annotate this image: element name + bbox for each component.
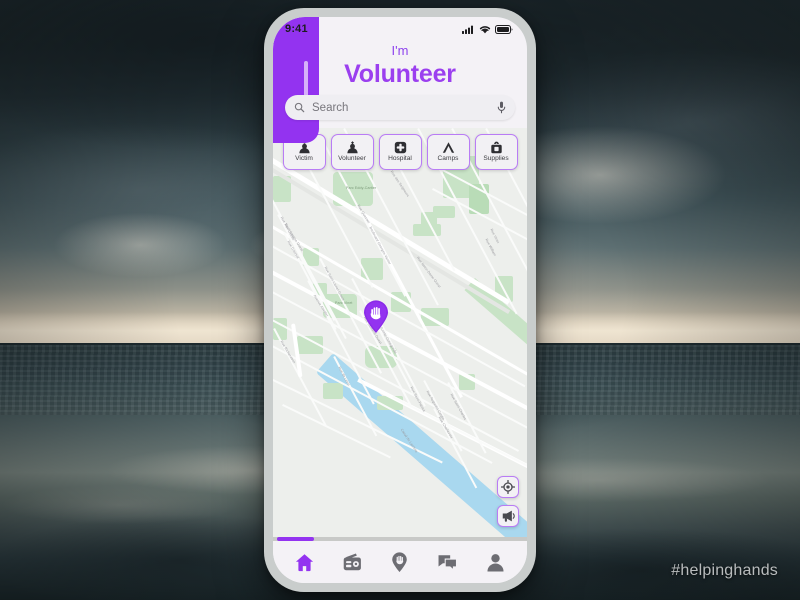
app-header: I'm Volunteer [273, 41, 527, 95]
search-bar[interactable]: Search [285, 95, 515, 120]
map-canvas: Parc Eddy-Cartier Rue des Seigneurs Rue Qu… [273, 128, 527, 537]
crosshair-icon [501, 480, 515, 494]
park-patch [413, 224, 441, 236]
home-icon [296, 553, 314, 571]
broadcast-button[interactable] [497, 505, 519, 527]
chat-icon [438, 554, 458, 571]
category-chip-label: Hospital [388, 155, 412, 162]
nav-radio[interactable] [335, 545, 369, 579]
park-patch [433, 206, 455, 218]
map-view[interactable]: Parc Eddy-Cartier Rue des Seigneurs Rue Qu… [273, 128, 527, 537]
location-pin-icon [392, 551, 408, 572]
profile-icon [487, 553, 504, 571]
map-label: Rue Vinet [489, 228, 501, 244]
category-chip-camps[interactable]: Camps [426, 134, 470, 170]
tent-icon [442, 141, 455, 154]
map-controls [497, 476, 519, 527]
map-marker-helping-hands[interactable] [363, 300, 389, 339]
nav-home[interactable] [288, 545, 322, 579]
nav-profile[interactable] [478, 545, 512, 579]
locate-me-button[interactable] [497, 476, 519, 498]
person-plus-icon [346, 141, 359, 154]
hashtag-caption: #helpinghands [671, 562, 778, 579]
medical-cross-icon [394, 141, 407, 154]
page-title: Volunteer [344, 60, 456, 88]
map-label: Parc Eddy-Cartier [346, 186, 377, 190]
signal-icon [462, 25, 473, 34]
status-bar: 9:41 [273, 17, 527, 41]
category-chip-volunteer[interactable]: Volunteer [330, 134, 374, 170]
supply-bag-icon [490, 141, 503, 154]
map-label: Parc Vinet [335, 301, 353, 305]
category-chip-label: Victim [295, 155, 313, 162]
phone-frame: 9:41 I'm Volunteer Search Parc Eddy-Cart… [264, 8, 536, 592]
helping-hands-icon [364, 300, 388, 333]
wifi-icon [479, 25, 491, 33]
microphone-icon[interactable] [497, 101, 506, 114]
search-icon [294, 102, 305, 113]
phone-screen: 9:41 I'm Volunteer Search Parc Eddy-Cart… [273, 17, 527, 583]
search-section: Search [273, 95, 527, 128]
category-chip-supplies[interactable]: Supplies [474, 134, 518, 170]
category-chip-label: Supplies [483, 155, 509, 162]
status-icons [462, 24, 513, 34]
search-input[interactable]: Search [312, 102, 490, 114]
bottom-navigation [273, 541, 527, 583]
header-eyebrow: I'm [391, 43, 409, 58]
battery-icon [495, 24, 513, 34]
nav-chat[interactable] [431, 545, 465, 579]
category-chip-label: Volunteer [338, 155, 366, 162]
category-chip-label: Camps [437, 155, 459, 162]
category-chip-hospital[interactable]: Hospital [378, 134, 422, 170]
radio-icon [343, 553, 361, 570]
park-patch [323, 383, 343, 399]
nav-location[interactable] [383, 545, 417, 579]
status-clock: 9:41 [285, 23, 308, 35]
megaphone-icon [502, 510, 515, 522]
